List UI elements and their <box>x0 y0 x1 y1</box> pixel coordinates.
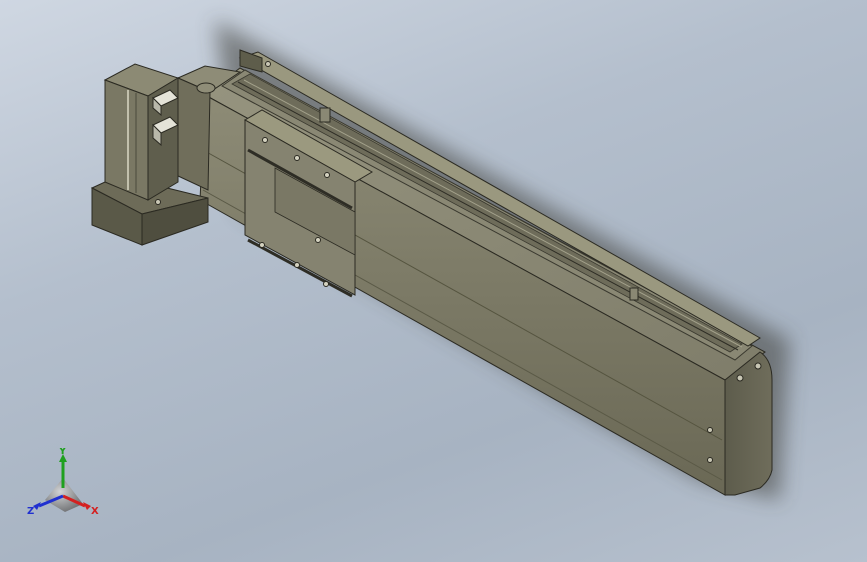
coupling-hole <box>196 82 216 94</box>
orientation-triad: Y X Z <box>27 448 99 517</box>
end-cap-screw <box>754 362 762 370</box>
rail-clamp <box>319 107 331 123</box>
carriage-screw <box>323 281 329 287</box>
end-block-screw <box>265 61 271 67</box>
carriage-screw <box>294 262 300 268</box>
carriage-screw <box>294 155 300 161</box>
end-cap-screw <box>736 374 744 382</box>
base-screw <box>155 199 161 205</box>
carriage-screw <box>259 242 265 248</box>
graphics-viewport[interactable]: Y X Z <box>0 0 867 562</box>
y-axis-label: Y <box>58 448 67 457</box>
x-axis-label: X <box>91 506 99 517</box>
body-screw <box>707 457 713 463</box>
linear-actuator-model[interactable] <box>0 0 867 562</box>
carriage-screw <box>315 237 321 243</box>
servo-motor[interactable] <box>103 63 180 201</box>
rail-clamp <box>629 287 639 301</box>
body-screw <box>707 427 713 433</box>
z-axis-label: Z <box>27 506 34 517</box>
carriage-screw <box>262 137 268 143</box>
carriage-screw <box>324 172 330 178</box>
